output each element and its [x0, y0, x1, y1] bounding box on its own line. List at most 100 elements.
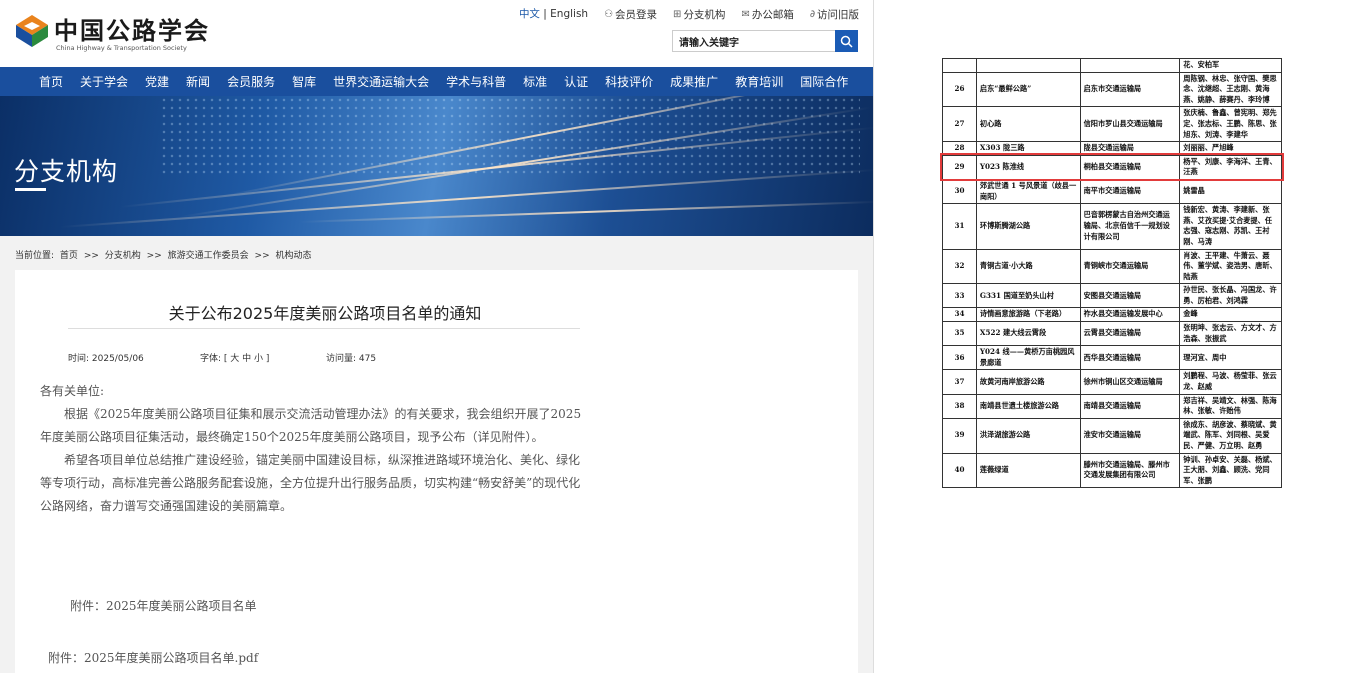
breadcrumb-committee[interactable]: 旅游交通工作委员会 — [168, 251, 249, 261]
nav-tech-evaluation[interactable]: 科技评价 — [605, 73, 661, 90]
people-cell: 孙世民、张长晶、冯国龙、许勇、厉柏君、刘鸿霖 — [1179, 283, 1282, 309]
project-name-cell: X303 陇三路 — [975, 141, 1081, 156]
top-links: 中文 | English ⚇ 会员登录 ⊞ 分支机构 ✉ 办公邮箱 ∂ 访问旧版 — [519, 6, 859, 22]
unit-cell: 青铜峡市交通运输局 — [1079, 248, 1181, 285]
nav-world-transport-congress[interactable]: 世界交通运输大会 — [333, 73, 437, 90]
row-number-cell: 36 — [942, 345, 977, 371]
nav-party[interactable]: 党建 — [145, 73, 177, 90]
nav-home[interactable]: 首页 — [39, 73, 71, 90]
nav-member-service[interactable]: 会员服务 — [227, 73, 283, 90]
search-icon — [840, 35, 853, 48]
article-body: 各有关单位: 根据《2025年度美丽公路项目征集和展示交流活动管理办法》的有关要… — [40, 380, 582, 518]
row-number-cell: 38 — [942, 393, 977, 419]
attachment-link[interactable]: 附件：2025年度美丽公路项目名单.pdf — [48, 649, 258, 666]
office-mail-label: 办公邮箱 — [751, 8, 794, 21]
table-row: 31 环博斯腾湖公路 巴音郭楞蒙古自治州交通运输局、北京佰信千一规划设计有限公司 钱新… — [942, 203, 1282, 250]
nav-standards[interactable]: 标准 — [523, 73, 555, 90]
lang-english-link[interactable]: English — [550, 8, 588, 20]
nav-education[interactable]: 教育培训 — [735, 73, 791, 90]
mail-icon: ✉ — [741, 8, 750, 20]
row-number-cell: 26 — [942, 71, 977, 108]
breadcrumb-separator: >> — [254, 251, 270, 261]
unit-cell: 滕州市交通运输局、滕州市交通发展集团有限公司 — [1079, 452, 1181, 489]
nav-academic[interactable]: 学术与科普 — [446, 73, 514, 90]
people-cell: 花、安柏军 — [1179, 58, 1282, 73]
nav-news[interactable]: 新闻 — [186, 73, 218, 90]
page-banner: 分支机构 — [0, 96, 873, 236]
people-cell: 徐成东、胡彦波、蔡晓斌、黄端武、陈军、刘同根、吴爱民、严健、万立明、赵勇 — [1179, 417, 1282, 454]
table-row: 34 诗情画意旅游路（下老路） 祚水县交通运输发展中心 金峰 — [942, 307, 1282, 323]
table-row: 花、安柏军 — [942, 58, 1282, 73]
main-nav: 首页 关于学会 党建 新闻 会员服务 智库 世界交通运输大会 学术与科普 标准 … — [0, 67, 873, 96]
people-cell: 金峰 — [1179, 307, 1282, 323]
font-size-control[interactable]: 字体: [ 大 中 小 ] — [200, 351, 326, 364]
old-version-link[interactable]: ∂ 访问旧版 — [810, 6, 859, 22]
search-button[interactable] — [835, 30, 858, 52]
unit-cell: 淮安市交通运输局 — [1079, 417, 1181, 454]
nav-think-tank[interactable]: 智库 — [292, 73, 324, 90]
people-cell: 肖波、王平建、牛萧云、聂伟、董学斌、姿浩男、唐昕、陆燕 — [1179, 248, 1282, 285]
people-cell: 张庆楠、鲁鑫、曾宪明、郑先定、张志标、王鹏、陈思、张旭东、刘涛、李建华 — [1179, 106, 1282, 143]
table-row: 35 X522 建大线云霄段 云霄县交通运输局 张明坤、张志云、方文才、方浩森、张振武 — [942, 321, 1282, 347]
unit-cell: 安图县交通运输局 — [1079, 283, 1181, 309]
publish-date: 时间: 2025/05/06 — [68, 354, 144, 364]
people-cell: 杨平、刘康、李海洋、王青、汪燕 — [1179, 154, 1282, 180]
table-row: 37 故黄河南岸旅游公路 徐州市铜山区交通运输局 刘鹏程、马波、杨莹菲、张云龙、赵威 — [942, 369, 1282, 395]
attachment-note: 附件：2025年度美丽公路项目名单 — [70, 599, 257, 613]
title-divider — [68, 328, 580, 329]
banner-title-underline — [15, 188, 46, 191]
article-title: 关于公布2025年度美丽公路项目名单的通知 — [168, 304, 482, 323]
unit-cell: 巴音郭楞蒙古自治州交通运输局、北京佰信千一规划设计有限公司 — [1079, 203, 1181, 250]
project-name-cell: Y023 陈淮线 — [975, 154, 1081, 180]
branches-link[interactable]: ⊞ 分支机构 — [673, 6, 725, 22]
article-meta: 时间: 2025/05/06 字体: [ 大 中 小 ] 访问量: 475 — [68, 351, 376, 364]
site-logo[interactable]: 中国公路学会 China Highway & Transportation So… — [14, 11, 208, 57]
project-name-cell: X522 建大线云霄段 — [975, 321, 1081, 347]
breadcrumb-separator: >> — [146, 251, 162, 261]
nav-international[interactable]: 国际合作 — [800, 73, 856, 90]
people-cell: 钱新宏、黄涛、李建新、张燕、艾孜买提·艾合麦提、任志强、寇志刚、苏凯、王衬刚、马… — [1179, 203, 1282, 250]
table-row: 30 郊武世通 1 号风景道（歧县一崗阳） 南平市交通运输局 姚雷晶 — [942, 178, 1282, 205]
search-box — [672, 30, 858, 54]
project-name-cell: 郊武世通 1 号风景道（歧县一崗阳） — [975, 178, 1081, 205]
member-login-link[interactable]: ⚇ 会员登录 — [604, 6, 657, 22]
branches-label: 分支机构 — [683, 8, 726, 21]
logo-english-text: China Highway & Transportation Society — [56, 44, 187, 52]
row-number-cell: 27 — [942, 106, 977, 143]
table-row: 27 初心路 信阳市罗山县交通运输局 张庆楠、鲁鑫、曾宪明、郑先定、张志标、王鹏、陈思… — [942, 106, 1282, 143]
unit-cell: 西华县交通运输局 — [1079, 345, 1181, 371]
row-number-cell: 33 — [942, 283, 977, 309]
nav-promotion[interactable]: 成果推广 — [670, 73, 726, 90]
lang-chinese-link[interactable]: 中文 — [519, 8, 540, 20]
project-name-cell: 故黄河南岸旅游公路 — [975, 369, 1081, 395]
office-mail-link[interactable]: ✉ 办公邮箱 — [741, 6, 793, 22]
pdf-preview-panel: 花、安柏军 26 启东“最鲜公路” 启东市交通运输局 周陈钢、林忠、张守国、樊思念、沈继… — [873, 0, 1350, 673]
banner-title: 分支机构 — [14, 157, 119, 186]
unit-cell: 桐柏县交通运输局 — [1079, 154, 1181, 180]
people-cell: 周陈钢、林忠、张守国、樊思念、沈继超、王志刚、黄海燕、姚静、薛赛丹、李玲博 — [1179, 71, 1282, 108]
people-cell: 郑吉祥、吴靖文、林强、陈海林、张敏、许贻伟 — [1179, 393, 1282, 419]
unit-cell: 信阳市罗山县交通运输局 — [1079, 106, 1181, 143]
nav-certification[interactable]: 认证 — [564, 73, 596, 90]
logo-chinese-text: 中国公路学会 — [54, 16, 210, 45]
article-card: 关于公布2025年度美丽公路项目名单的通知 时间: 2025/05/06 字体:… — [15, 270, 858, 673]
unit-cell: 陇县交通运输局 — [1079, 141, 1181, 156]
unit-cell: 南靖县交通运输局 — [1079, 393, 1181, 419]
breadcrumb-prefix: 当前位置: — [15, 251, 55, 261]
breadcrumb-news[interactable]: 机构动态 — [276, 251, 312, 261]
project-name-cell: 诗情画意旅游路（下老路） — [975, 307, 1081, 323]
webpage-panel: 中国公路学会 China Highway & Transportation So… — [0, 0, 873, 673]
row-number-cell: 34 — [942, 307, 977, 323]
body-paragraph: 希望各项目单位总结推广建设经验，锚定美丽中国建设目标，纵深推进路域环境治化、美化… — [40, 453, 581, 513]
link-icon: ∂ — [809, 8, 815, 20]
nav-about[interactable]: 关于学会 — [80, 73, 136, 90]
table-row: 28 X303 陇三路 陇县交通运输局 刘丽丽、严旭峰 — [942, 141, 1282, 156]
table-row: 36 Y024 线——黄桥万亩桃园风景廊道 西华县交通运输局 理河宜、周中 — [942, 345, 1282, 371]
lang-separator: | — [539, 8, 551, 20]
top-header: 中国公路学会 China Highway & Transportation So… — [0, 0, 873, 67]
project-list-table: 花、安柏军 26 启东“最鲜公路” 启东市交通运输局 周陈钢、林忠、张守国、樊思念、沈继… — [942, 58, 1282, 489]
member-login-label: 会员登录 — [615, 8, 658, 21]
search-input[interactable] — [673, 33, 833, 54]
breadcrumb-home[interactable]: 首页 — [60, 251, 78, 261]
breadcrumb-branches[interactable]: 分支机构 — [105, 251, 141, 261]
